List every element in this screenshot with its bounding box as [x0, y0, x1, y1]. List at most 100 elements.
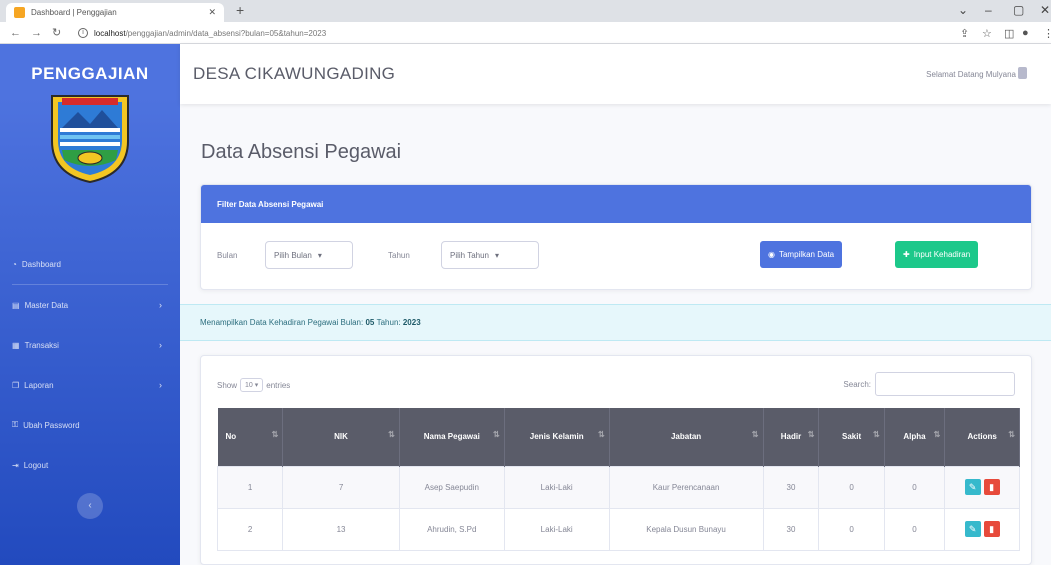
page-title: Data Absensi Pegawai	[201, 141, 402, 163]
url-field[interactable]: i localhost/penggajian/admin/data_absens…	[78, 25, 938, 41]
star-icon[interactable]: ☆	[982, 27, 992, 40]
browser-tab[interactable]: Dashboard | Penggajian ✕	[6, 3, 224, 22]
address-bar: ← → ↻ i localhost/penggajian/admin/data_…	[0, 22, 1051, 44]
show-data-label: Tampilkan Data	[778, 250, 835, 259]
url-path: /penggajian/admin/data_absensi?bulan=05&…	[125, 28, 327, 38]
input-kehadiran-label: Input Kehadiran	[913, 250, 971, 259]
copy-icon: ❐	[12, 380, 20, 390]
chevron-down-icon[interactable]: ⌄	[958, 3, 968, 17]
length-select[interactable]: 10 ▾	[240, 378, 264, 392]
browser-tabbar: Dashboard | Penggajian ✕ + ⌄ – ▢ ✕	[0, 0, 1051, 22]
filter-card-title: Filter Data Absensi Pegawai	[201, 185, 1031, 223]
plus-icon: ✚	[903, 250, 910, 259]
chevron-right-icon: ›	[159, 300, 162, 310]
sign-out-icon: ⇥	[12, 460, 19, 470]
sidebar-item-label: Dashboard	[21, 259, 61, 269]
table-row: 1 7 Asep Saepudin Laki-Laki Kaur Perenca…	[216, 465, 1020, 509]
user-greeting[interactable]: Selamat Datang Mulyana	[926, 70, 1016, 79]
table-header-row: No ⇅ NIK ⇅ Nama Pegawai ⇅ Jenis Kelamin ⇅ Ja…	[217, 408, 1020, 466]
sidebar-item-master-data[interactable]: ▤ Master Data ›	[0, 285, 180, 325]
chevron-right-icon: ›	[159, 340, 162, 350]
col-nik[interactable]: NIK ⇅	[282, 408, 400, 466]
cell-nik: 13	[282, 507, 400, 551]
cell-sakit: 0	[818, 465, 885, 509]
cell-alpha: 0	[883, 465, 946, 509]
entries-length: Show 10 ▾ entries	[217, 378, 290, 392]
alert-prefix: Menampilkan Data Kehadiran Pegawai Bulan…	[200, 318, 364, 327]
regency-logo	[51, 95, 129, 184]
sidebar-item-transaksi[interactable]: ▦ Transaksi ›	[0, 325, 180, 365]
col-nama[interactable]: Nama Pegawai ⇅	[399, 408, 505, 466]
cell-no: 1	[216, 465, 284, 509]
close-window-icon[interactable]: ✕	[1040, 3, 1050, 17]
caret-down-icon: ▾	[317, 250, 322, 260]
database-icon: ▤	[12, 300, 20, 310]
minimize-icon[interactable]: –	[985, 3, 992, 17]
filter-card: Filter Data Absensi Pegawai Bulan Pilih …	[200, 184, 1032, 290]
cell-jenis-kelamin: Laki-Laki	[503, 507, 610, 551]
cell-actions: ✎ ▮	[944, 507, 1020, 551]
input-kehadiran-button[interactable]: ✚ Input Kehadiran	[895, 241, 979, 268]
sidebar-menu: ◔ Dashboard ▤ Master Data › ▦ Transaksi …	[0, 244, 180, 485]
edit-icon[interactable]: ✎	[964, 479, 981, 495]
col-jabatan[interactable]: Jabatan ⇅	[609, 408, 764, 466]
favicon-icon	[14, 7, 25, 18]
col-sakit[interactable]: Sakit ⇅	[818, 408, 885, 466]
sidebar-item-label: Logout	[23, 460, 49, 470]
sidepanel-icon[interactable]: ◫	[1004, 27, 1014, 40]
cell-nama: Asep Saepudin	[398, 465, 505, 509]
maximize-icon[interactable]: ▢	[1013, 3, 1024, 17]
cell-jabatan: Kaur Perencanaan	[608, 465, 764, 509]
trash-icon[interactable]: ▮	[983, 479, 1000, 495]
table-icon: ▦	[12, 340, 20, 350]
lock-icon: ⚿	[12, 420, 19, 429]
entries-label: entries	[266, 380, 291, 390]
menu-icon[interactable]: ⋮	[1043, 27, 1051, 40]
col-no[interactable]: No ⇅	[217, 408, 284, 466]
back-icon[interactable]: ←	[10, 27, 21, 39]
cell-hadir: 30	[762, 507, 820, 551]
profile-icon[interactable]: ●	[1022, 27, 1029, 39]
table-search: Search:	[843, 372, 1015, 396]
sidebar-item-dashboard[interactable]: ◔ Dashboard	[0, 244, 180, 284]
sidebar-item-ubah-password[interactable]: ⚿ Ubah Password	[0, 405, 180, 445]
share-icon[interactable]: ⇪	[960, 27, 969, 40]
cell-nama: Ahrudin, S.Pd	[398, 507, 505, 551]
table-row: 2 13 Ahrudin, S.Pd Laki-Laki Kepala Dusu…	[216, 507, 1020, 551]
tahun-label: Tahun	[388, 251, 410, 260]
sidebar-item-laporan[interactable]: ❐ Laporan ›	[0, 365, 180, 405]
user-avatar[interactable]	[1018, 67, 1027, 79]
edit-icon[interactable]: ✎	[964, 521, 981, 537]
tahun-select[interactable]: Pilih Tahun ▾	[441, 241, 539, 269]
search-input[interactable]	[875, 372, 1015, 396]
bulan-select[interactable]: Pilih Bulan ▾	[265, 241, 353, 269]
search-label: Search:	[843, 379, 871, 389]
tahun-select-value: Pilih Tahun	[450, 250, 489, 260]
url-host: localhost	[94, 28, 126, 38]
close-tab-icon[interactable]: ✕	[208, 7, 216, 18]
trash-icon[interactable]: ▮	[983, 521, 1000, 537]
cell-actions: ✎ ▮	[944, 465, 1020, 509]
cell-sakit: 0	[818, 507, 885, 551]
absensi-table: No ⇅ NIK ⇅ Nama Pegawai ⇅ Jenis Kelamin ⇅ Ja…	[216, 408, 1020, 551]
info-icon[interactable]: i	[78, 28, 88, 38]
col-hadir[interactable]: Hadir ⇅	[763, 408, 820, 466]
village-title: DESA CIKAWUNGADING	[193, 64, 396, 83]
alert-tahun: 2023	[402, 318, 421, 327]
sidebar-toggle-button[interactable]: ‹	[77, 493, 103, 519]
show-data-button[interactable]: ◉ Tampilkan Data	[760, 241, 843, 268]
col-jenis-kelamin[interactable]: Jenis Kelamin ⇅	[504, 408, 610, 466]
col-alpha[interactable]: Alpha ⇅	[884, 408, 946, 466]
cell-jabatan: Kepala Dusun Bunayu	[608, 507, 764, 551]
sidebar-item-logout[interactable]: ⇥ Logout	[0, 445, 180, 485]
bulan-label: Bulan	[217, 251, 238, 260]
forward-icon[interactable]: →	[31, 27, 42, 39]
sidebar: PENGGAJIAN ◔ Dashboard ▤ Master Data › ▦…	[0, 44, 180, 565]
tachometer-icon: ◔	[12, 259, 17, 269]
new-tab-icon[interactable]: +	[236, 2, 244, 18]
topbar: DESA CIKAWUNGADING Selamat Datang Mulyan…	[180, 44, 1051, 104]
cell-alpha: 0	[883, 507, 946, 551]
reload-icon[interactable]: ↻	[52, 26, 61, 39]
col-actions[interactable]: Actions ⇅	[944, 408, 1020, 466]
eye-icon: ◉	[768, 250, 775, 259]
